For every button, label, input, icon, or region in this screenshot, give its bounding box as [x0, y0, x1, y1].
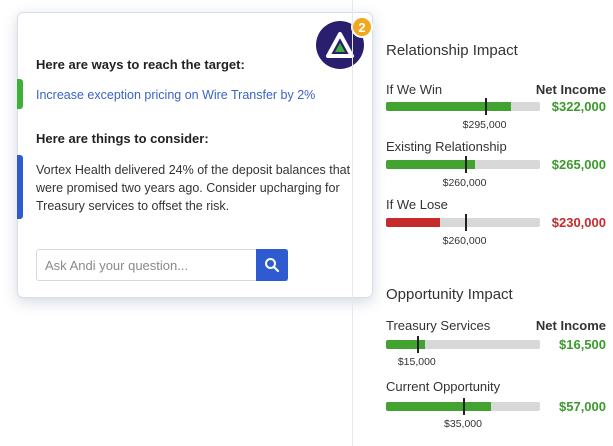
opp-row-track [386, 398, 540, 415]
rel-row-marker [464, 214, 467, 231]
assistant-panel: 2 Here are ways to reach the target: Inc… [17, 12, 373, 298]
opp-row-amount: $16,500 [559, 337, 606, 352]
consideration-accent [17, 155, 23, 219]
ways-heading: Here are ways to reach the target: [36, 57, 245, 72]
opp-row-marker [416, 336, 419, 353]
rel-row-reference: $260,000 [442, 177, 487, 189]
suggestion-accent [17, 79, 23, 109]
search-icon [265, 258, 280, 273]
search-button[interactable] [256, 249, 288, 281]
rel-row-marker [464, 156, 467, 173]
relationship-net-income-header: Net Income [535, 82, 606, 97]
rel-row-track [386, 156, 540, 173]
opp-row-marker [463, 398, 465, 415]
rel-row-reference: $260,000 [442, 235, 487, 247]
notification-badge: 2 [351, 16, 373, 38]
opp-row-reference: $15,000 [397, 356, 436, 368]
rel-row-reference: $295,000 [462, 119, 507, 131]
opp-row-amount: $57,000 [559, 399, 606, 414]
suggestion-link[interactable]: Increase exception pricing on Wire Trans… [36, 88, 315, 102]
opportunity-impact-title: Opportunity Impact [386, 286, 513, 303]
relationship-impact-title: Relationship Impact [386, 42, 518, 59]
opportunity-net-income-header: Net Income [535, 318, 606, 333]
panel-divider [352, 0, 353, 446]
rel-row-amount: $230,000 [551, 215, 606, 230]
consideration-text: Vortex Health delivered 24% of the depos… [36, 163, 351, 213]
rel-row-label: Existing Relationship [386, 139, 507, 154]
rel-row-fill [386, 218, 440, 227]
rel-row-fill [386, 160, 476, 169]
rel-row-amount: $322,000 [551, 99, 606, 114]
opp-row-reference: $35,000 [444, 418, 482, 430]
rel-row-track [386, 214, 540, 231]
opp-row-fill [386, 402, 491, 411]
consider-heading: Here are things to consider: [36, 131, 209, 146]
ask-andi-input[interactable] [36, 249, 288, 281]
opp-row-label: Current Opportunity [386, 379, 501, 394]
rel-row-amount: $265,000 [551, 157, 606, 172]
rel-row-label: If We Win [386, 82, 443, 97]
rel-row-marker [484, 98, 487, 115]
opp-row-track [386, 336, 540, 353]
rel-row-label: If We Lose [386, 197, 448, 212]
opp-row-label: Treasury Services [386, 318, 491, 333]
rel-row-fill [386, 102, 511, 111]
rel-row-track [386, 98, 540, 115]
